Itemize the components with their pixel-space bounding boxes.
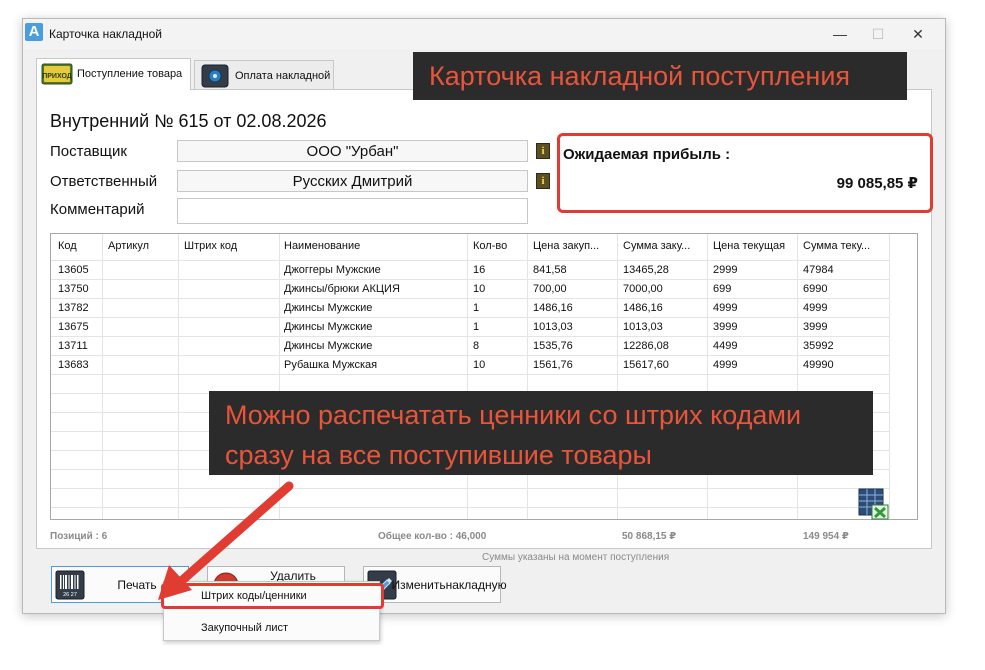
tab-goods-receipt-label: Поступление товара: [77, 68, 183, 80]
tab-goods-receipt[interactable]: ПРИХОД Поступление товара: [36, 58, 191, 90]
table-cell[interactable]: 1013,03: [623, 321, 663, 333]
expected-profit-box: Ожидаемая прибыль : 99 085,85 ₽: [557, 133, 933, 213]
table-cell[interactable]: 1486,16: [533, 302, 573, 314]
menu-item-barcodes-price-tags[interactable]: Штрих коды/ценники: [161, 583, 384, 609]
edit-invoice-button-label: Изменить накладную: [391, 567, 506, 602]
invoice-title: Внутренний № 615 от 02.08.2026: [50, 111, 327, 131]
table-cell[interactable]: 700,00: [533, 283, 567, 295]
column-header-name[interactable]: Наименование: [284, 240, 360, 252]
title-bar[interactable]: A Карточка накладной — ☐ ✕: [23, 19, 945, 49]
column-header-purchase-price[interactable]: Цена закуп...: [533, 240, 615, 252]
table-cell[interactable]: 12286,08: [623, 340, 669, 352]
table-cell[interactable]: Рубашка Мужская: [284, 359, 377, 371]
annotation-middle-line1: Можно распечатать ценники со штрих кодам…: [225, 400, 802, 430]
tab-invoice-payment-label: Оплата накладной: [235, 70, 331, 82]
app-logo-icon: A: [25, 23, 43, 41]
print-dropdown-menu: Штрих коды/ценники Закупочный лист: [161, 581, 384, 641]
table-cell[interactable]: Джинсы Мужские: [284, 302, 372, 314]
responsible-label: Ответственный: [50, 173, 158, 190]
column-header-code[interactable]: Код: [58, 240, 77, 252]
table-cell[interactable]: 1: [473, 302, 479, 314]
supplier-field[interactable]: ООО "Урбан": [177, 140, 528, 162]
edit-label-line1: Изменить: [391, 577, 446, 592]
sums-note: Суммы указаны на момент поступления: [482, 552, 670, 563]
supplier-label: Поставщик: [50, 143, 127, 160]
prihod-stamp-text: ПРИХОД: [42, 73, 72, 80]
comment-label: Комментарий: [50, 201, 145, 218]
responsible-field[interactable]: Русских Дмитрий: [177, 170, 528, 192]
prihod-stamp-icon: ПРИХОД: [41, 63, 73, 85]
table-cell[interactable]: 1486,16: [623, 302, 663, 314]
table-cell[interactable]: 10: [473, 283, 485, 295]
table-cell[interactable]: 8: [473, 340, 479, 352]
table-cell[interactable]: 13782: [58, 302, 89, 314]
table-cell[interactable]: 13605: [58, 264, 89, 276]
table-cell[interactable]: 841,58: [533, 264, 567, 276]
menu-item-purchase-sheet[interactable]: Закупочный лист: [164, 615, 379, 641]
tab-invoice-payment[interactable]: Оплата накладной: [194, 60, 334, 90]
column-header-article[interactable]: Артикул: [108, 240, 149, 252]
table-cell[interactable]: 2999: [713, 264, 737, 276]
column-header-current-sum[interactable]: Сумма теку...: [803, 240, 887, 252]
table-cell[interactable]: 35992: [803, 340, 834, 352]
invoice-items-table[interactable]: Код Артикул Штрих код Наименование Кол-в…: [50, 233, 918, 520]
table-cell[interactable]: 699: [713, 283, 731, 295]
table-cell[interactable]: 3999: [713, 321, 737, 333]
table-cell[interactable]: Джинсы/брюки АКЦИЯ: [284, 283, 400, 295]
safe-icon: [201, 64, 229, 88]
window-title: Карточка накладной: [49, 27, 162, 41]
table-cell[interactable]: 4499: [713, 340, 737, 352]
table-cell[interactable]: 1561,76: [533, 359, 573, 371]
edit-label-line2: накладную: [445, 577, 507, 592]
expected-profit-label: Ожидаемая прибыль :: [563, 146, 731, 163]
table-cell[interactable]: Джинсы Мужские: [284, 321, 372, 333]
expected-profit-value: 99 085,85 ₽: [836, 175, 918, 192]
table-cell[interactable]: 1535,76: [533, 340, 573, 352]
table-cell[interactable]: 7000,00: [623, 283, 663, 295]
purchase-sum-total: 50 868,15 ₽: [622, 531, 677, 542]
table-cell[interactable]: 15617,60: [623, 359, 669, 371]
table-cell[interactable]: 47984: [803, 264, 834, 276]
table-cell[interactable]: Джинсы Мужские: [284, 340, 372, 352]
total-quantity: Общее кол-во : 46,000: [378, 531, 487, 542]
column-header-qty[interactable]: Кол-во: [473, 240, 507, 252]
supplier-info-icon[interactable]: i: [536, 143, 550, 159]
current-sum-total: 149 954 ₽: [803, 531, 849, 542]
responsible-info-icon[interactable]: i: [536, 173, 550, 189]
table-cell[interactable]: 13711: [58, 340, 88, 352]
positions-count: Позиций : 6: [50, 531, 108, 542]
annotation-middle-line2: сразу на все поступившие товары: [225, 440, 652, 470]
table-cell[interactable]: 49990: [803, 359, 834, 371]
table-cell[interactable]: Джоггеры Мужские: [284, 264, 381, 276]
barcode-print-icon: 26 27: [55, 570, 85, 600]
table-cell[interactable]: 3999: [803, 321, 827, 333]
table-cell[interactable]: 13683: [58, 359, 89, 371]
table-cell[interactable]: 4999: [803, 302, 827, 314]
table-cell[interactable]: 13750: [58, 283, 89, 295]
table-cell[interactable]: 16: [473, 264, 485, 276]
table-cell[interactable]: 13675: [58, 321, 89, 333]
table-cell[interactable]: 13465,28: [623, 264, 669, 276]
comment-field[interactable]: [177, 198, 528, 224]
column-header-purchase-sum[interactable]: Сумма заку...: [623, 240, 705, 252]
annotation-middle: Можно распечатать ценники со штрих кодам…: [209, 391, 873, 475]
screenshot-stage: A Карточка накладной — ☐ ✕ ПРИХОД Поступ…: [0, 0, 985, 670]
table-cell[interactable]: 1013,03: [533, 321, 573, 333]
table-cell[interactable]: 1: [473, 321, 479, 333]
table-cell[interactable]: 4999: [713, 359, 737, 371]
close-button[interactable]: ✕: [903, 23, 933, 45]
table-cell[interactable]: 10: [473, 359, 485, 371]
maximize-button[interactable]: ☐: [863, 23, 893, 45]
minimize-button[interactable]: —: [825, 23, 855, 45]
annotation-top: Карточка накладной поступления: [413, 52, 907, 100]
barcode-digits: 26 27: [63, 592, 77, 598]
table-cell[interactable]: 6990: [803, 283, 827, 295]
column-header-barcode[interactable]: Штрих код: [184, 240, 237, 252]
table-cell[interactable]: 4999: [713, 302, 737, 314]
excel-export-icon[interactable]: [857, 488, 889, 520]
column-header-current-price[interactable]: Цена текущая: [713, 240, 795, 252]
